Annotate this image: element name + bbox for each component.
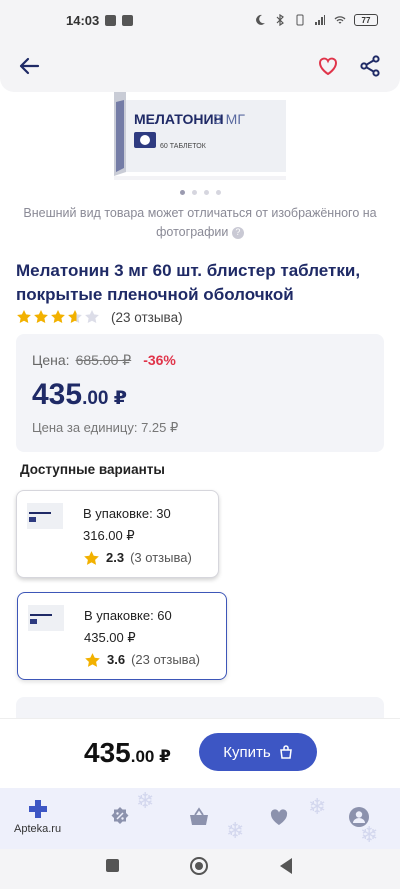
bag-icon [279, 745, 292, 759]
system-nav-bar [0, 849, 400, 889]
share-icon[interactable] [358, 54, 382, 78]
star-icon [85, 652, 100, 667]
price-card: Цена: 685.00 ₽ -36% 435.00 ₽ Цена за еди… [16, 334, 384, 452]
variant-pack: В упаковке: 30 [83, 506, 171, 521]
image-carousel-dots [0, 190, 400, 195]
nav-profile[interactable] [348, 806, 370, 828]
variants-title: Доступные варианты [20, 462, 165, 477]
package-dose-text: 3 МГ [214, 111, 245, 127]
variant-rating: 3.6 [107, 652, 126, 667]
review-count[interactable]: (23 отзыва) [111, 310, 183, 325]
profile-icon [349, 807, 369, 827]
notification-icon [122, 14, 134, 26]
variant-reviews: (23 отзыва) [131, 652, 201, 667]
unit-price: Цена за единицу: 7.25 ₽ [32, 420, 179, 435]
price-label: Цена: [32, 352, 70, 368]
wifi-icon [334, 16, 346, 24]
variant-thumbnail [28, 605, 64, 631]
star-half-icon [68, 310, 82, 323]
carousel-dot[interactable] [203, 190, 209, 195]
buy-button-label: Купить [223, 743, 271, 761]
help-icon[interactable]: ? [231, 226, 244, 239]
variant-reviews: (3 отзыва) [130, 550, 192, 565]
battery-icon: 77 [354, 14, 378, 26]
buy-bar-price-dec: .00 ₽ [130, 747, 171, 766]
old-price: 685.00 ₽ [75, 352, 132, 368]
carousel-dot[interactable] [179, 190, 185, 195]
carousel-dot[interactable] [191, 190, 197, 195]
variant-thumbnail [27, 503, 63, 529]
product-title: Мелатонин 3 мг 60 шт. блистер таблетки, … [16, 261, 361, 304]
variant-rating: 2.3 [106, 550, 125, 565]
signal-icon [315, 15, 325, 25]
star-icon [34, 310, 48, 323]
buy-button[interactable]: Купить [199, 733, 317, 771]
basket-icon [190, 807, 208, 825]
percent-icon [111, 807, 129, 824]
package-count-text: 60 ТАБЛЕТОК [160, 143, 207, 150]
heart-icon[interactable] [316, 54, 340, 78]
bottom-nav: ❄ ❄ ❄ ❄ Apteka.ru [0, 788, 400, 849]
top-bar [0, 40, 400, 92]
moon-icon [256, 14, 265, 25]
buy-bar-price-int: 435 [84, 737, 131, 768]
home-cross-icon [28, 800, 47, 818]
variant-price: 316.00 ₽ [83, 528, 135, 543]
star-icon [17, 310, 31, 323]
nav-cart[interactable] [188, 806, 210, 828]
home-button[interactable] [190, 857, 208, 875]
discount-badge: -36% [143, 352, 176, 368]
carousel-dot[interactable] [215, 190, 221, 195]
variant-price: 435.00 ₽ [84, 630, 136, 645]
variant-card-selected[interactable]: В упаковке: 60 435.00 ₽ 3.6 (23 отзыва) [17, 592, 227, 680]
star-icon [51, 310, 65, 323]
heart-nav-icon [270, 809, 288, 825]
star-icon [84, 550, 99, 565]
current-price: 435.00 ₽ [32, 378, 127, 412]
snowflake-decoration: ❄ [226, 818, 245, 843]
nav-promotions[interactable] [109, 806, 131, 828]
variant-pack: В упаковке: 60 [84, 608, 172, 623]
variant-card[interactable]: В упаковке: 30 316.00 ₽ 2.3 (3 отзыва) [16, 490, 219, 578]
disclaimer-text: Внешний вид товара может отличаться от и… [23, 206, 377, 239]
buy-bar: 435.00 ₽ Купить [0, 718, 400, 788]
star-empty-icon [85, 310, 99, 323]
nav-favorites[interactable] [268, 806, 290, 828]
back-button[interactable] [280, 858, 292, 874]
package-brand-text: МЕЛАТОНИН [134, 111, 224, 127]
nav-home-label: Apteka.ru [14, 823, 62, 835]
vibrate-icon [296, 14, 304, 26]
recent-apps-button[interactable] [106, 859, 119, 872]
snowflake-decoration: ❄ [308, 794, 327, 819]
nav-home[interactable]: Apteka.ru [14, 798, 61, 835]
bluetooth-icon [276, 14, 284, 26]
current-price-int: 435 [32, 378, 83, 411]
product-rating[interactable]: (23 отзыва) [16, 309, 183, 325]
buy-bar-price: 435.00 ₽ [84, 737, 171, 769]
image-disclaimer: Внешний вид товара может отличаться от и… [20, 204, 380, 242]
notification-icon [105, 14, 117, 26]
product-image[interactable]: МЕЛАТОНИН 3 МГ 60 ТАБЛЕТОК [112, 92, 288, 180]
current-price-dec: .00 ₽ [82, 388, 127, 409]
status-time: 14:03 [66, 12, 100, 28]
snowflake-decoration: ❄ [136, 788, 155, 813]
status-bar: 14:03 77 [0, 0, 400, 40]
back-arrow-icon[interactable] [18, 55, 40, 77]
